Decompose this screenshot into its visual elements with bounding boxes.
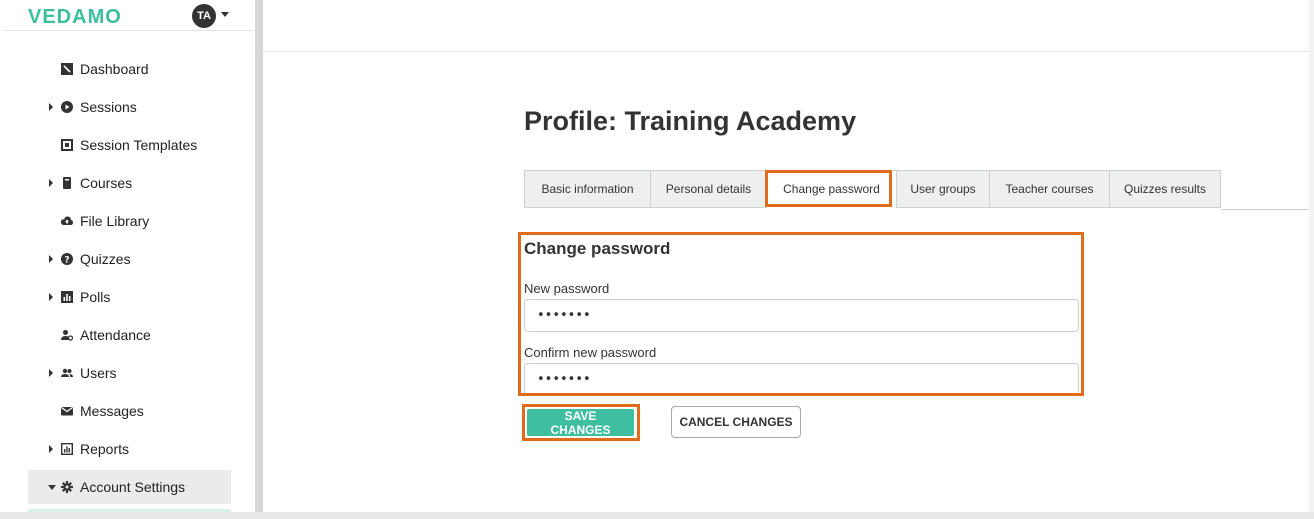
sidebar-item-sessions[interactable]: Sessions bbox=[28, 90, 231, 124]
sidebar-item-dashboard[interactable]: Dashboard bbox=[28, 52, 231, 86]
envelope-icon bbox=[61, 405, 73, 417]
sidebar-item-quizzes[interactable]: ? Quizzes bbox=[28, 242, 231, 276]
caret-right-icon[interactable] bbox=[49, 103, 53, 111]
sidebar-scrollbar[interactable] bbox=[255, 0, 263, 512]
gear-icon bbox=[61, 481, 73, 493]
sidebar-item-courses[interactable]: Courses bbox=[28, 166, 231, 200]
save-button[interactable]: SAVE CHANGES bbox=[527, 409, 634, 437]
sidebar-item-label: Users bbox=[80, 365, 117, 381]
sidebar-item-polls[interactable]: Polls bbox=[28, 280, 231, 314]
caret-right-icon[interactable] bbox=[49, 255, 53, 263]
sidebar-item-file-library[interactable]: File Library bbox=[28, 204, 231, 238]
sidebar-item-label: Messages bbox=[80, 403, 144, 419]
tab-teacher-courses[interactable]: Teacher courses bbox=[989, 170, 1109, 208]
sidebar-item-label: Quizzes bbox=[80, 251, 131, 267]
chevron-down-icon[interactable] bbox=[221, 12, 229, 17]
cloud-upload-icon bbox=[61, 215, 73, 227]
page-edge bbox=[1309, 0, 1314, 512]
tab-personal-details[interactable]: Personal details bbox=[650, 170, 766, 208]
caret-down-icon[interactable] bbox=[48, 485, 56, 490]
vedamo-logo[interactable]: VEDAMO bbox=[28, 6, 122, 29]
dashboard-icon bbox=[61, 63, 73, 75]
sidebar-item-label: Reports bbox=[80, 441, 130, 457]
sidebar-item-messages[interactable]: Messages bbox=[28, 394, 231, 428]
page-title: Profile: Training Academy bbox=[524, 106, 857, 136]
sidebar-item-label: Dashboard bbox=[80, 61, 149, 77]
sidebar-item-attendance[interactable]: Attendance bbox=[28, 318, 231, 352]
caret-right-icon[interactable] bbox=[49, 369, 53, 377]
caret-right-icon[interactable] bbox=[49, 179, 53, 187]
tab-user-groups[interactable]: User groups bbox=[896, 170, 989, 208]
sidebar-item-label: Attendance bbox=[80, 327, 151, 343]
cancel-button[interactable]: CANCEL CHANGES bbox=[671, 406, 801, 438]
play-circle-icon bbox=[61, 101, 73, 113]
sidebar-item-label: Account Settings bbox=[80, 479, 186, 495]
caret-right-icon[interactable] bbox=[49, 445, 53, 453]
page-bottom-border bbox=[0, 512, 1314, 519]
tab-highlight-box bbox=[765, 170, 892, 207]
tab-basic-information[interactable]: Basic information bbox=[524, 170, 650, 208]
user-check-icon bbox=[61, 329, 73, 341]
users-icon bbox=[61, 367, 73, 379]
tabs-baseline bbox=[1221, 209, 1314, 210]
divider bbox=[4, 30, 254, 31]
sidebar-item-reports[interactable]: Reports bbox=[28, 432, 231, 466]
report-icon bbox=[61, 443, 73, 455]
sidebar-item-account-settings[interactable]: Account Settings bbox=[28, 470, 231, 504]
svg-text:?: ? bbox=[64, 256, 69, 266]
template-icon bbox=[61, 139, 73, 151]
question-circle-icon: ? bbox=[61, 253, 73, 265]
avatar[interactable]: TA bbox=[192, 4, 216, 28]
sidebar-item-label: File Library bbox=[80, 213, 150, 229]
sidebar-item-users[interactable]: Users bbox=[28, 356, 231, 390]
sidebar-item-label: Courses bbox=[80, 175, 133, 191]
book-icon bbox=[61, 177, 73, 189]
sidebar-item-session-templates[interactable]: Session Templates bbox=[28, 128, 231, 162]
form-highlight-box bbox=[518, 232, 1084, 396]
sidebar-item-label: Sessions bbox=[80, 99, 137, 115]
tab-quizzes-results[interactable]: Quizzes results bbox=[1109, 170, 1221, 208]
caret-right-icon[interactable] bbox=[49, 293, 53, 301]
bar-chart-icon bbox=[61, 291, 73, 303]
divider bbox=[263, 51, 1314, 52]
sidebar-item-label: Session Templates bbox=[80, 137, 198, 153]
sidebar-item-label: Polls bbox=[80, 289, 111, 305]
